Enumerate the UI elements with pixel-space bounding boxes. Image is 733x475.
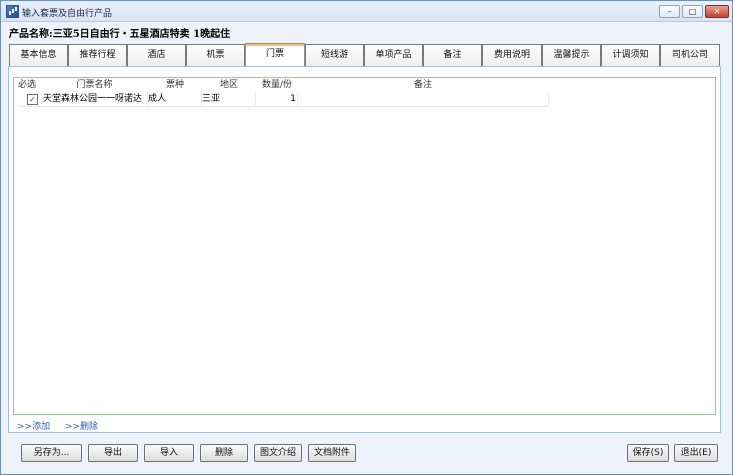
ticket-name-cell[interactable]: 天堂森林公园一一呀诺达 — [43, 93, 148, 106]
ticket-type-cell[interactable]: 成人 — [148, 93, 202, 106]
ticket-grid: 必选 门票名称 票种 地区 数量/份 备注 ✓ 天堂森林公园一一呀诺达 成人 三… — [13, 77, 716, 415]
column-divider — [255, 91, 256, 107]
rich-intro-button[interactable]: 图文介绍 — [254, 444, 302, 462]
tab-flights[interactable]: 机票 — [186, 44, 245, 66]
save-button[interactable]: 保存(S) — [627, 444, 669, 462]
column-header-ticket-type: 票种 — [165, 80, 184, 90]
column-header-ticket-name: 门票名称 — [76, 80, 113, 90]
delete-button[interactable]: 删除 — [200, 444, 248, 462]
tab-basic-info[interactable]: 基本信息 — [9, 44, 68, 66]
column-divider — [297, 91, 298, 107]
app-icon — [6, 5, 19, 18]
tab-single-products[interactable]: 单项产品 — [364, 44, 423, 66]
tab-fee-description[interactable]: 费用说明 — [482, 44, 542, 66]
export-button[interactable]: 导出 — [88, 444, 138, 462]
import-button[interactable]: 导入 — [144, 444, 194, 462]
column-divider — [201, 91, 202, 107]
row-actions: >>添加 >>删除 — [17, 419, 110, 432]
minimize-button[interactable]: – — [659, 5, 680, 18]
tab-short-tours[interactable]: 短线游 — [305, 44, 364, 66]
window-title: 输入套票及自由行产品 — [22, 9, 113, 19]
column-header-quantity: 数量/份 — [261, 80, 293, 90]
column-header-region: 地区 — [219, 80, 238, 90]
column-header-required: 必选 — [17, 80, 36, 90]
column-header-note: 备注 — [413, 80, 432, 90]
close-button[interactable]: ✕ — [705, 5, 729, 18]
doc-attachment-button[interactable]: 文档附件 — [308, 444, 356, 462]
region-cell[interactable]: 三亚 — [202, 93, 256, 106]
product-name-label: 产品名称:三亚5日自由行・五星酒店特卖 1晚起住 — [9, 29, 231, 40]
tab-remarks[interactable]: 备注 — [423, 44, 482, 66]
add-link[interactable]: >>添加 — [17, 422, 50, 432]
tab-hotel[interactable]: 酒店 — [127, 44, 186, 66]
tickets-panel: 必选 门票名称 票种 地区 数量/份 备注 ✓ 天堂森林公园一一呀诺达 成人 三… — [8, 66, 721, 433]
quantity-cell[interactable]: 1 — [256, 93, 296, 106]
tab-tickets[interactable]: 门票 — [245, 43, 305, 67]
app-window: 输入套票及自由行产品 – □ ✕ 产品名称:三亚5日自由行・五星酒店特卖 1晚起… — [0, 0, 733, 475]
note-cell[interactable] — [298, 93, 548, 106]
delete-link[interactable]: >>删除 — [65, 422, 98, 432]
maximize-button[interactable]: □ — [682, 5, 703, 18]
tab-driver-company[interactable]: 司机公司 — [660, 44, 720, 66]
table-row[interactable]: ✓ 天堂森林公园一一呀诺达 成人 三亚 1 — [18, 93, 548, 107]
exit-button[interactable]: 退出(E) — [674, 444, 718, 462]
tab-tips[interactable]: 温馨提示 — [542, 44, 601, 66]
title-bar: 输入套票及自由行产品 – □ ✕ — [1, 1, 732, 22]
required-checkbox[interactable]: ✓ — [27, 94, 38, 105]
save-as-button[interactable]: 另存为... — [21, 444, 82, 462]
tab-strip: 基本信息 推荐行程 酒店 机票 门票 短线游 单项产品 备注 费用说明 温馨提示… — [9, 43, 720, 67]
column-divider — [548, 91, 549, 107]
column-divider — [147, 91, 148, 107]
tab-operator-notes[interactable]: 计调须知 — [601, 44, 660, 66]
tab-recommended-itinerary[interactable]: 推荐行程 — [68, 44, 127, 66]
